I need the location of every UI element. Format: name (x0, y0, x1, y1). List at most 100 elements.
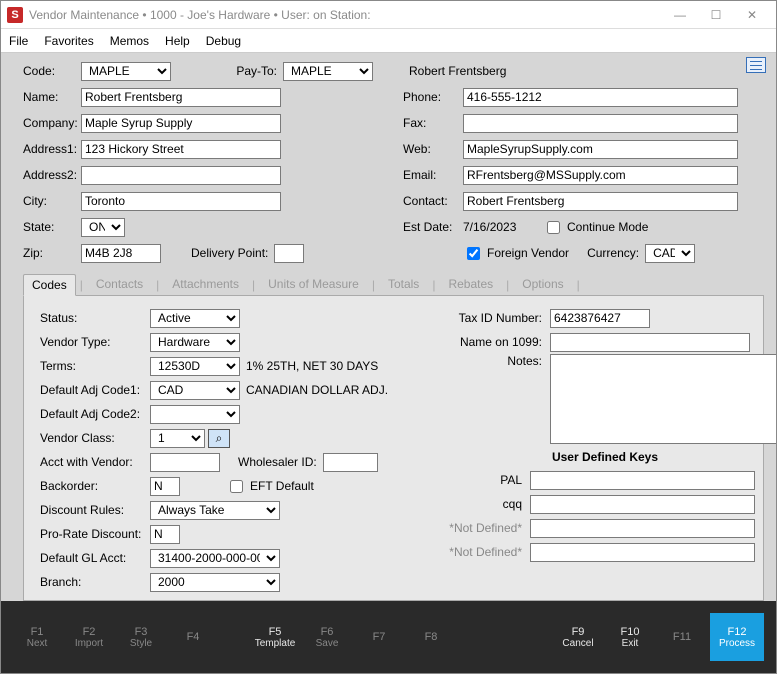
tab-codes[interactable]: Codes (23, 274, 76, 296)
acct-vendor-input[interactable] (150, 453, 220, 472)
label-company: Company: (23, 116, 81, 130)
address1-input[interactable] (81, 140, 281, 159)
fkey-f10[interactable]: F10Exit (606, 613, 654, 661)
payto-select[interactable]: MAPLE (283, 62, 373, 81)
menu-file[interactable]: File (9, 34, 28, 48)
wholesaler-id-input[interactable] (323, 453, 378, 472)
udk-header: User Defined Keys (430, 450, 776, 464)
gl-select[interactable]: 31400-2000-000-000 (150, 549, 280, 568)
fkey-f4[interactable]: F4 (169, 613, 217, 661)
label-prorate: Pro-Rate Discount: (40, 527, 150, 541)
label-adj2: Default Adj Code2: (40, 407, 150, 421)
udk-input-3[interactable] (530, 519, 755, 538)
name1099-input[interactable] (550, 333, 750, 352)
label-gl: Default GL Acct: (40, 551, 150, 565)
fkey-f11[interactable]: F11 (658, 613, 706, 661)
label-phone: Phone: (403, 90, 463, 104)
label-foreign-vendor: Foreign Vendor (487, 246, 569, 260)
city-input[interactable] (81, 192, 281, 211)
terms-select[interactable]: 12530D (150, 357, 240, 376)
delivery-point-input[interactable] (274, 244, 304, 263)
notes-textarea[interactable] (550, 354, 776, 444)
status-select[interactable]: Active (150, 309, 240, 328)
label-currency: Currency: (587, 246, 639, 260)
discount-rules-select[interactable]: Always Take (150, 501, 280, 520)
web-input[interactable] (463, 140, 738, 159)
state-select[interactable]: ON (81, 218, 125, 237)
label-email: Email: (403, 168, 463, 182)
menu-help[interactable]: Help (165, 34, 190, 48)
email-input[interactable] (463, 166, 738, 185)
label-status: Status: (40, 311, 150, 325)
label-zip: Zip: (23, 246, 81, 260)
menu-debug[interactable]: Debug (206, 34, 241, 48)
fkey-f5[interactable]: F5Template (251, 613, 299, 661)
close-button[interactable]: ✕ (734, 3, 770, 27)
fkey-f1[interactable]: F1Next (13, 613, 61, 661)
label-name1099: Name on 1099: (430, 335, 550, 349)
code-select[interactable]: MAPLE (81, 62, 171, 81)
fkey-f12-process[interactable]: F12Process (710, 613, 764, 661)
prorate-input[interactable] (150, 525, 180, 544)
label-web: Web: (403, 142, 463, 156)
menu-memos[interactable]: Memos (110, 34, 149, 48)
branch-select[interactable]: 2000 (150, 573, 280, 592)
udk-input-2[interactable] (530, 495, 755, 514)
udk-label-1: PAL (430, 473, 530, 487)
label-taxid: Tax ID Number: (430, 311, 550, 325)
zip-input[interactable] (81, 244, 161, 263)
company-input[interactable] (81, 114, 281, 133)
fkey-f7[interactable]: F7 (355, 613, 403, 661)
currency-select[interactable]: CAD (645, 244, 695, 263)
adj1-select[interactable]: CAD (150, 381, 240, 400)
address2-input[interactable] (81, 166, 281, 185)
label-code: Code: (23, 64, 81, 78)
label-name: Name: (23, 90, 81, 104)
foreign-vendor-checkbox[interactable] (467, 247, 480, 260)
tab-rebates[interactable]: Rebates (439, 273, 502, 295)
tab-attachments[interactable]: Attachments (163, 273, 248, 295)
vendor-class-lookup-icon[interactable]: ⌕ (208, 429, 230, 448)
backorder-input[interactable] (150, 477, 180, 496)
label-contact: Contact: (403, 194, 463, 208)
minimize-button[interactable]: — (662, 3, 698, 27)
menubar: File Favorites Memos Help Debug (1, 29, 776, 53)
tab-contacts[interactable]: Contacts (87, 273, 152, 295)
fkey-f6[interactable]: F6Save (303, 613, 351, 661)
taxid-input[interactable] (550, 309, 650, 328)
tabbar: Codes | Contacts | Attachments | Units o… (23, 273, 764, 295)
fkey-f2[interactable]: F2Import (65, 613, 113, 661)
vendor-class-select[interactable]: 1 (150, 429, 205, 448)
vendor-type-select[interactable]: Hardware (150, 333, 240, 352)
fkey-f3[interactable]: F3Style (117, 613, 165, 661)
content-area: Code: MAPLE Pay-To: MAPLE Name: Company:… (1, 53, 776, 601)
fkey-f9[interactable]: F9Cancel (554, 613, 602, 661)
menu-favorites[interactable]: Favorites (44, 34, 93, 48)
fax-input[interactable] (463, 114, 738, 133)
fkey-f8[interactable]: F8 (407, 613, 455, 661)
phone-input[interactable] (463, 88, 738, 107)
label-discount-rules: Discount Rules: (40, 503, 150, 517)
eft-default-checkbox[interactable] (230, 480, 243, 493)
tab-totals[interactable]: Totals (379, 273, 428, 295)
udk-input-4[interactable] (530, 543, 755, 562)
name-input[interactable] (81, 88, 281, 107)
tab-units-of-measure[interactable]: Units of Measure (259, 273, 368, 295)
label-payto: Pay-To: (236, 64, 277, 78)
label-eft-default: EFT Default (250, 479, 314, 493)
list-icon[interactable] (746, 57, 766, 73)
udk-label-2: cqq (430, 497, 530, 511)
tab-options[interactable]: Options (513, 273, 572, 295)
contact-input[interactable] (463, 192, 738, 211)
label-delivery-point: Delivery Point: (191, 246, 268, 260)
udk-input-1[interactable] (530, 471, 755, 490)
window-titlebar: S Vendor Maintenance • 1000 - Joe's Hard… (1, 1, 776, 29)
window-title: Vendor Maintenance • 1000 - Joe's Hardwa… (29, 8, 662, 22)
adj2-select[interactable] (150, 405, 240, 424)
est-date-value: 7/16/2023 (463, 220, 543, 234)
label-backorder: Backorder: (40, 479, 150, 493)
codes-panel: Status: Active Vendor Type: Hardware Ter… (23, 295, 764, 601)
continue-mode-checkbox[interactable] (547, 221, 560, 234)
maximize-button[interactable]: ☐ (698, 3, 734, 27)
label-notes: Notes: (430, 354, 550, 368)
